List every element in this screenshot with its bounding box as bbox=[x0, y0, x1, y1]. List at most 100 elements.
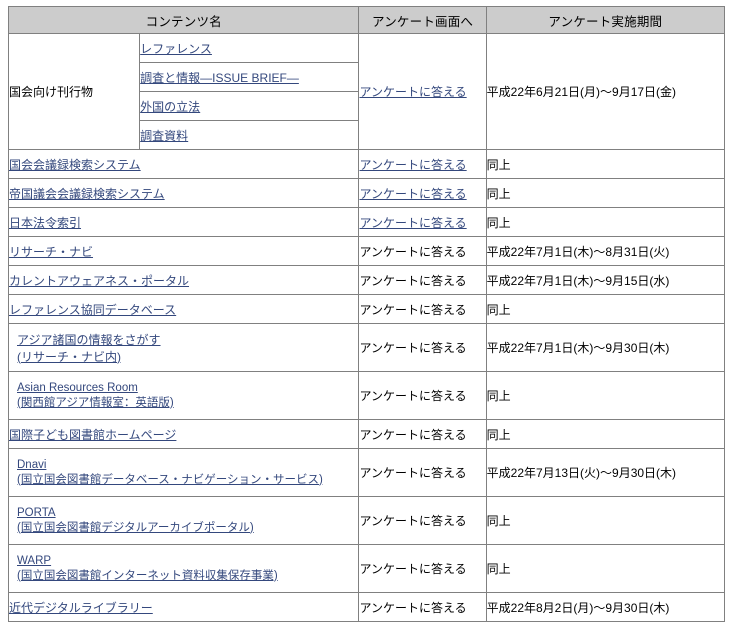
table-row: 国際子ども図書館ホームページ アンケートに答える 同上 bbox=[7, 419, 726, 449]
header-survey-period: アンケート実施期間 bbox=[485, 6, 726, 34]
table-row: 国会会議録検索システム アンケートに答える 同上 bbox=[7, 149, 726, 179]
survey-answer-cell: アンケートに答える bbox=[358, 448, 487, 497]
content-name-line1: 日本法令索引 bbox=[9, 215, 82, 230]
content-name-line1: Asian Resources Room bbox=[17, 381, 138, 394]
answer-survey-text: アンケートに答える bbox=[359, 466, 467, 480]
content-link[interactable]: レファレンス協同データベース bbox=[9, 301, 358, 318]
answer-survey-text: アンケートに答える bbox=[359, 514, 467, 528]
content-link[interactable]: 近代デジタルライブラリー bbox=[9, 599, 358, 616]
table-row: カレントアウェアネス・ポータル アンケートに答える 平成22年7月1日(木)〜9月1… bbox=[7, 265, 726, 295]
survey-period-cell: 同上 bbox=[485, 419, 726, 449]
content-name-line1: アジア諸国の情報をさがす bbox=[17, 332, 161, 347]
content-name-line1: 国際子ども図書館ホームページ bbox=[9, 427, 177, 442]
answer-survey-text: アンケートに答える bbox=[359, 302, 467, 317]
survey-period-cell: 同上 bbox=[485, 496, 726, 545]
content-name-line1: WARP bbox=[17, 554, 52, 567]
content-name-line1: リサーチ・ナビ bbox=[9, 244, 94, 259]
content-name-line1: PORTA bbox=[17, 506, 56, 519]
content-name-cell: カレントアウェアネス・ポータル bbox=[7, 265, 360, 295]
content-link[interactable]: カレントアウェアネス・ポータル bbox=[9, 272, 358, 289]
content-link[interactable]: PORTA (国立国会図書館デジタルアーカイブポータル) bbox=[17, 507, 352, 535]
answer-survey-link[interactable]: アンケートに答える bbox=[359, 85, 466, 99]
survey-answer-cell: アンケートに答える bbox=[358, 33, 487, 150]
content-name-cell: PORTA (国立国会図書館デジタルアーカイブポータル) bbox=[7, 496, 360, 545]
table-row: 日本法令索引 アンケートに答える 同上 bbox=[7, 207, 726, 237]
content-sub-item-cell: 調査資料 bbox=[139, 120, 360, 150]
content-name-cell: WARP (国立国会図書館インターネット資料収集保存事業) bbox=[7, 544, 360, 593]
content-name-line2: (リサーチ・ナビ内) bbox=[17, 349, 121, 364]
answer-survey-text: アンケートに答える bbox=[359, 562, 467, 576]
table-row: Dnavi (国立国会図書館データベース・ナビゲーション・サービス) アンケートに答… bbox=[7, 448, 726, 497]
content-link[interactable]: Asian Resources Room (関西館アジア情報室：英語版) bbox=[17, 382, 352, 410]
survey-answer-cell: アンケートに答える bbox=[358, 178, 487, 208]
content-sub-item-cell: 調査と情報―ISSUE BRIEF― bbox=[139, 62, 360, 92]
survey-period-cell: 同上 bbox=[485, 371, 726, 420]
content-link[interactable]: 国会会議録検索システム bbox=[9, 156, 358, 173]
table-row: 帝国議会会議録検索システム アンケートに答える 同上 bbox=[7, 178, 726, 208]
table-header: コンテンツ名 アンケート画面へ アンケート実施期間 bbox=[7, 6, 726, 34]
table-row: 近代デジタルライブラリー アンケートに答える 平成22年8月2日(月)〜9月30日(… bbox=[7, 592, 726, 622]
survey-answer-cell: アンケートに答える bbox=[358, 265, 487, 295]
content-name-cell: Asian Resources Room (関西館アジア情報室：英語版) bbox=[7, 371, 360, 420]
survey-period-cell: 平成22年7月13日(火)〜9月30日(木) bbox=[485, 448, 726, 497]
survey-period-cell: 平成22年7月1日(木)〜9月15日(水) bbox=[485, 265, 726, 295]
content-link[interactable]: 国際子ども図書館ホームページ bbox=[9, 426, 358, 443]
survey-period-cell: 同上 bbox=[485, 178, 726, 208]
answer-survey-text: アンケートに答える bbox=[359, 600, 467, 615]
content-name-line1: レファレンス協同データベース bbox=[9, 302, 177, 317]
answer-survey-text: アンケートに答える bbox=[359, 427, 467, 442]
survey-answer-cell: アンケートに答える bbox=[358, 544, 487, 593]
content-name-line2: (国立国会図書館デジタルアーカイブポータル) bbox=[17, 521, 254, 534]
content-link[interactable]: アジア諸国の情報をさがす (リサーチ・ナビ内) bbox=[17, 331, 352, 365]
answer-survey-link[interactable]: アンケートに答える bbox=[359, 187, 466, 201]
answer-survey-link[interactable]: アンケートに答える bbox=[359, 216, 466, 230]
content-name-line1: カレントアウェアネス・ポータル bbox=[9, 273, 190, 288]
content-link[interactable]: リサーチ・ナビ bbox=[9, 243, 358, 260]
survey-period-cell: 同上 bbox=[485, 294, 726, 324]
table-row: Asian Resources Room (関西館アジア情報室：英語版) アンケート… bbox=[7, 371, 726, 420]
content-link[interactable]: レファレンス bbox=[140, 42, 212, 56]
content-link[interactable]: 外国の立法 bbox=[140, 100, 200, 114]
page-container: コンテンツ名 アンケート画面へ アンケート実施期間 国会向け刊行物 レファレンスア… bbox=[0, 0, 733, 622]
content-link[interactable]: Dnavi (国立国会図書館データベース・ナビゲーション・サービス) bbox=[17, 459, 352, 487]
content-link[interactable]: 帝国議会会議録検索システム bbox=[9, 185, 358, 202]
content-sub-item-cell: 外国の立法 bbox=[139, 91, 360, 121]
content-link[interactable]: 日本法令索引 bbox=[9, 214, 358, 231]
survey-period-cell: 平成22年8月2日(月)〜9月30日(木) bbox=[485, 592, 726, 622]
survey-period-cell: 平成22年6月21日(月)〜9月17日(金) bbox=[485, 33, 726, 150]
survey-period-cell: 平成22年7月1日(木)〜8月31日(火) bbox=[485, 236, 726, 266]
survey-answer-cell: アンケートに答える bbox=[358, 323, 487, 372]
answer-survey-text: アンケートに答える bbox=[359, 341, 467, 355]
survey-answer-cell: アンケートに答える bbox=[358, 236, 487, 266]
survey-table: コンテンツ名 アンケート画面へ アンケート実施期間 国会向け刊行物 レファレンスア… bbox=[7, 6, 726, 622]
answer-survey-text: アンケートに答える bbox=[359, 389, 467, 403]
content-sub-item-cell: レファレンス bbox=[139, 33, 360, 63]
survey-answer-cell: アンケートに答える bbox=[358, 419, 487, 449]
survey-answer-cell: アンケートに答える bbox=[358, 371, 487, 420]
answer-survey-text: アンケートに答える bbox=[359, 273, 467, 288]
content-name-line2: (国立国会図書館インターネット資料収集保存事業) bbox=[17, 569, 278, 582]
content-name-cell: 国会会議録検索システム bbox=[7, 149, 360, 179]
survey-answer-cell: アンケートに答える bbox=[358, 592, 487, 622]
content-link[interactable]: 調査資料 bbox=[140, 129, 188, 143]
content-name-cell: Dnavi (国立国会図書館データベース・ナビゲーション・サービス) bbox=[7, 448, 360, 497]
content-name-line1: 帝国議会会議録検索システム bbox=[9, 186, 165, 201]
content-name-line2: (国立国会図書館データベース・ナビゲーション・サービス) bbox=[17, 473, 323, 486]
content-link[interactable]: WARP (国立国会図書館インターネット資料収集保存事業) bbox=[17, 555, 352, 583]
table-row: レファレンス協同データベース アンケートに答える 同上 bbox=[7, 294, 726, 324]
content-name-cell: アジア諸国の情報をさがす (リサーチ・ナビ内) bbox=[7, 323, 360, 372]
content-name-line2: (関西館アジア情報室：英語版) bbox=[17, 396, 174, 409]
survey-period-cell: 同上 bbox=[485, 149, 726, 179]
table-row: 国会向け刊行物 レファレンスアンケートに答える 平成22年6月21日(月)〜9月17… bbox=[7, 33, 726, 150]
content-name-cell: 近代デジタルライブラリー bbox=[7, 592, 360, 622]
survey-answer-cell: アンケートに答える bbox=[358, 496, 487, 545]
content-name-cell: 帝国議会会議録検索システム bbox=[7, 178, 360, 208]
content-group-label: 国会向け刊行物 bbox=[7, 33, 141, 150]
content-link[interactable]: 調査と情報―ISSUE BRIEF― bbox=[140, 71, 299, 85]
answer-survey-link[interactable]: アンケートに答える bbox=[359, 158, 466, 172]
table-row: アジア諸国の情報をさがす (リサーチ・ナビ内) アンケートに答える 平成22年7月1日… bbox=[7, 323, 726, 372]
header-content-name: コンテンツ名 bbox=[7, 6, 360, 34]
survey-answer-cell: アンケートに答える bbox=[358, 294, 487, 324]
content-name-cell: 国際子ども図書館ホームページ bbox=[7, 419, 360, 449]
survey-period-cell: 平成22年7月1日(木)〜9月30日(木) bbox=[485, 323, 726, 372]
